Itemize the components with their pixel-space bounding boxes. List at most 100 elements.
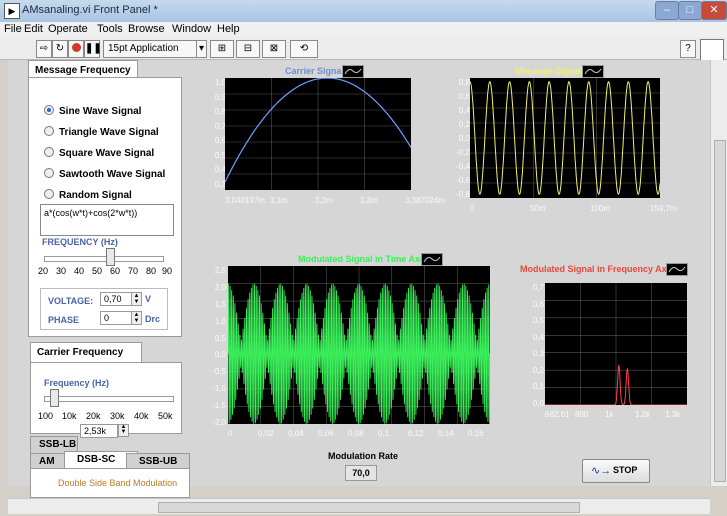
tick-label: 0,6	[532, 299, 544, 309]
menu-operate[interactable]: Operate	[48, 23, 88, 35]
radio-sine[interactable]: Sine Wave Signal	[44, 105, 165, 117]
radio-icon	[44, 126, 54, 136]
tick-label: 3,2m	[315, 196, 333, 205]
resize-objects-icon[interactable]: ⊠	[262, 40, 286, 58]
radio-sawtooth[interactable]: Sawtooth Wave Signal	[44, 168, 165, 180]
horizontal-scrollbar[interactable]	[8, 498, 710, 514]
tick-label: 3,387024m	[405, 196, 446, 205]
tick-label: 30k	[110, 411, 125, 421]
voltage-stepper-icon[interactable]: ▲ ▼	[131, 292, 142, 306]
tick-label: 3,1m	[270, 196, 288, 205]
tick-label: 0	[228, 429, 233, 438]
run-continuous-icon[interactable]: ↻	[52, 40, 68, 58]
tick-label: 10k	[62, 411, 77, 421]
tick-label: 90	[162, 266, 173, 276]
menu-edit[interactable]: Edit	[24, 23, 43, 35]
tick-label: 682,61	[545, 410, 570, 419]
tick-label: 0,14	[438, 429, 454, 438]
scrollbar-thumb[interactable]	[714, 140, 726, 482]
tick-label: 100	[38, 411, 54, 421]
tick-label: 0,1	[532, 382, 544, 392]
radio-triangle[interactable]: Triangle Wave Signal	[44, 126, 165, 138]
freq-plot-title: Modulated Signal in Frequency Axes	[520, 264, 677, 274]
carrier-slider-thumb[interactable]	[50, 389, 60, 407]
carrier-frequency-label: Frequency (Hz)	[44, 378, 110, 388]
minimize-button[interactable]: –	[655, 1, 679, 20]
tick-label: -1,5	[212, 401, 226, 411]
run-arrow-icon[interactable]: ⇨	[36, 40, 52, 58]
close-button[interactable]: ✕	[701, 1, 727, 20]
tick-label: 50	[92, 266, 103, 276]
stop-icon: ∿→	[591, 465, 612, 477]
menu-help[interactable]: Help	[217, 23, 240, 35]
voltage-label: VOLTAGE:	[48, 296, 94, 306]
vertical-scrollbar[interactable]	[710, 60, 727, 486]
time-plot-area	[228, 266, 490, 424]
menu-browse[interactable]: Browse	[128, 23, 165, 35]
chevron-down-icon[interactable]: ▾	[196, 40, 207, 58]
stop-button[interactable]: ∿→ STOP	[582, 459, 650, 483]
tick-label: 30	[56, 266, 67, 276]
tick-label: 60	[110, 266, 121, 276]
radio-icon	[44, 189, 54, 199]
formula-input[interactable]: a*(cos(w*t)+cos(2*w*t))	[40, 204, 174, 236]
phase-input[interactable]: 0	[100, 311, 134, 325]
carrier-frequency-input[interactable]: 2,53k	[80, 424, 118, 438]
abort-icon[interactable]	[68, 40, 84, 58]
tick-label: 1,5	[214, 299, 226, 309]
menu-window[interactable]: Window	[172, 23, 211, 35]
tick-label: 0,3	[532, 349, 544, 359]
phase-stepper-icon[interactable]: ▲ ▼	[131, 311, 142, 325]
radio-square[interactable]: Square Wave Signal	[44, 147, 165, 159]
tick-label: 0,1	[378, 429, 390, 438]
tick-label: 20	[38, 266, 49, 276]
distribute-objects-icon[interactable]: ⊟	[236, 40, 260, 58]
modulation-rate-value: 70,0	[345, 465, 377, 481]
tick-label: 800	[575, 410, 589, 419]
message-x-axis: 0 50m 100m 159,7m	[470, 204, 680, 216]
menu-tools[interactable]: Tools	[97, 23, 123, 35]
time-plot-title: Modulated Signal in Time Axes	[298, 254, 431, 264]
radio-random[interactable]: Random Signal	[44, 189, 165, 201]
frequency-slider-scale: 20 30 40 50 60 70 80 90	[38, 266, 173, 278]
plot-legend-icon	[342, 65, 364, 78]
tick-label: 0,6	[458, 92, 470, 101]
tick-label: 1,3k	[665, 410, 681, 419]
menu-file[interactable]: File	[4, 23, 22, 35]
pause-icon[interactable]: ❚❚	[84, 40, 102, 58]
carrier-x-axis: 3,040197m 3,1m 3,2m 3,3m 3,387024m	[225, 196, 445, 208]
reorder-icon[interactable]: ⟲	[290, 40, 318, 58]
modulated-time-trace	[228, 283, 490, 424]
frequency-slider-thumb[interactable]	[105, 248, 115, 266]
help-icon[interactable]: ?	[680, 40, 696, 58]
frequency-slider-track[interactable]	[44, 256, 164, 262]
tick-label: 0,12	[408, 429, 424, 438]
carrier-stepper-icon[interactable]: ▲ ▼	[118, 424, 129, 437]
tick-label: -2,0	[212, 418, 226, 427]
tick-label: 3,040197m	[225, 196, 266, 205]
maximize-button[interactable]: □	[678, 1, 702, 20]
voltage-input[interactable]: 0,70	[100, 292, 134, 306]
frequency-label: FREQUENCY (Hz)	[42, 237, 118, 247]
modulation-rate-label: Modulation Rate	[328, 451, 398, 461]
tick-label: 0,0	[458, 134, 470, 143]
tick-label: 40k	[134, 411, 149, 421]
tick-label: 0,2	[532, 365, 544, 375]
scrollbar-thumb[interactable]	[158, 502, 580, 513]
message-y-axis: 0,8 0,6 0,4 0,2 0,0 -0,2 -0,4 -0,6 -0,8	[450, 78, 472, 199]
title-bar: ▶ AMsanaling.vi Front Panel * – □ ✕	[0, 0, 727, 23]
font-select[interactable]: 15pt Application Font	[103, 40, 197, 70]
carrier-slider-track[interactable]	[44, 396, 174, 402]
tick-label: 159,7m	[650, 204, 677, 213]
signal-type-radio-group: Sine Wave Signal Triangle Wave Signal Sq…	[44, 105, 165, 201]
tick-label: 70	[128, 266, 139, 276]
align-objects-icon[interactable]: ⊞	[210, 40, 234, 58]
phase-label: PHASE	[48, 315, 80, 325]
toolbar: ⇨ ↻ ❚❚ 15pt Application Font ▾ ⊞ ⊟ ⊠ ⟲ ?	[0, 37, 727, 70]
freq-x-axis: 682,61 800 1k 1,2k 1,3k	[545, 410, 695, 422]
tick-label: 0,04	[288, 429, 304, 438]
radio-icon	[44, 168, 54, 178]
tick-label: 3,3m	[360, 196, 378, 205]
freq-plot-area	[545, 283, 687, 405]
phase-unit: Drc	[145, 314, 161, 324]
